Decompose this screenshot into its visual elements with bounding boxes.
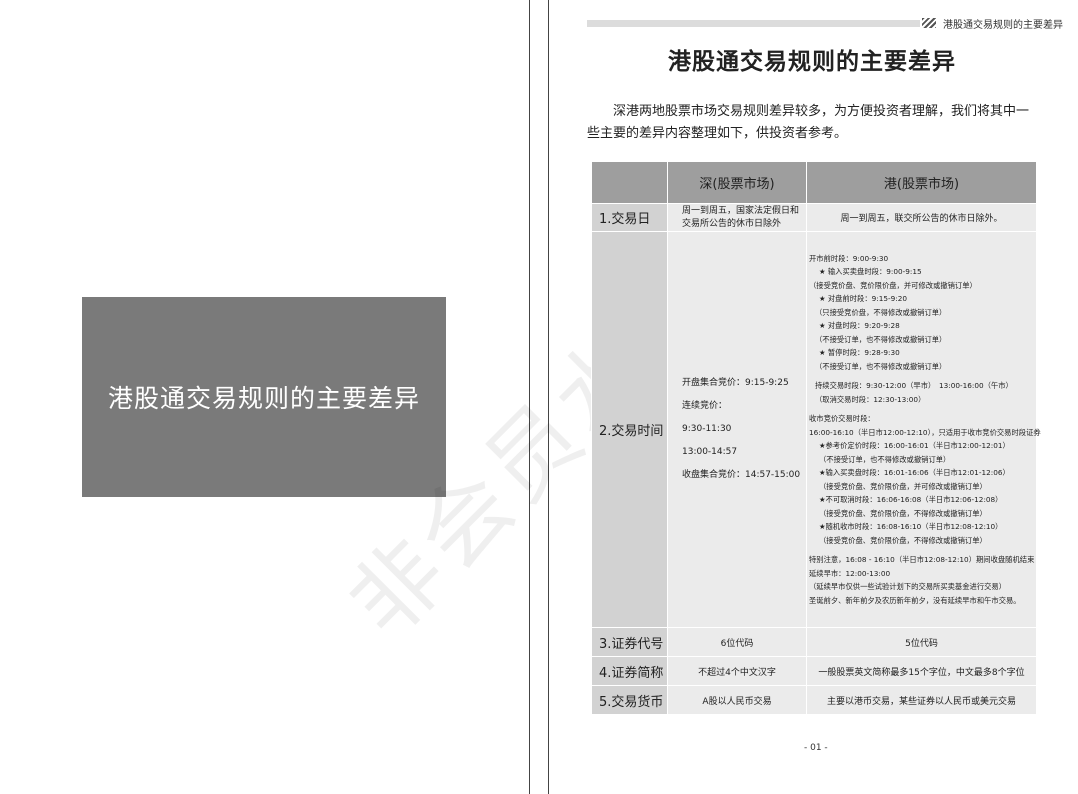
- row-label-trading-day: 1.交易日: [591, 203, 668, 232]
- row-label-security-abbr: 4.证券简称: [591, 656, 668, 686]
- cell-hk-trading-day: 周一到周五，联交所公告的休市日除外。: [806, 203, 1037, 232]
- intro-paragraph: 深港两地股票市场交易规则差异较多，为方便投资者理解，我们将其中一些主要的差异内容…: [587, 104, 1030, 141]
- row-label-currency: 5.交易货币: [591, 685, 668, 715]
- cover-banner: 港股通交易规则的主要差异: [82, 297, 446, 497]
- cell-sz-security-abbr: 不超过4个中文汉字: [667, 656, 807, 686]
- table-row: 5.交易货币 A股以人民币交易 主要以港币交易，某些证券以人民币或美元交易: [591, 685, 1037, 715]
- table-header-row: 深(股票市场) 港(股票市场): [591, 161, 1037, 204]
- page-number: - 01 -: [804, 743, 828, 753]
- comparison-table: 深(股票市场) 港(股票市场) 1.交易日 周一到周五，国家法定假日和 交易所公…: [591, 161, 1041, 715]
- cell-sz-trading-time: 开盘集合竞价：9:15-9:25 连续竞价： 9:30-11:30 13:00-…: [667, 231, 807, 628]
- cell-sz-trading-day: 周一到周五，国家法定假日和 交易所公告的休市日除外: [667, 203, 807, 232]
- header-stripes-icon: [922, 18, 936, 28]
- row-label-security-code: 3.证券代号: [591, 627, 668, 657]
- cell-hk-security-code: 5位代码: [806, 627, 1037, 657]
- cell-hk-trading-time: 开市前时段：9:00-9:30 ★ 输入买卖盘时段：9:00-9:15 （接受竞…: [806, 231, 1041, 628]
- page-title: 港股通交易规则的主要差异: [668, 49, 956, 75]
- header-shenzhen: 深(股票市场): [667, 161, 807, 204]
- cell-sz-currency: A股以人民币交易: [667, 685, 807, 715]
- table-row: 2.交易时间 开盘集合竞价：9:15-9:25 连续竞价： 9:30-11:30…: [591, 231, 1041, 628]
- header-hongkong: 港(股票市场): [806, 161, 1037, 204]
- row-label-trading-time: 2.交易时间: [591, 231, 668, 628]
- running-header-title: 港股通交易规则的主要差异: [943, 20, 1063, 31]
- table-row: 4.证券简称 不超过4个中文汉字 一般股票英文简称最多15个字位，中文最多8个字…: [591, 656, 1037, 686]
- cell-hk-security-abbr: 一般股票英文简称最多15个字位，中文最多8个字位: [806, 656, 1037, 686]
- cover-title: 港股通交易规则的主要差异: [107, 384, 420, 413]
- cell-sz-security-code: 6位代码: [667, 627, 807, 657]
- table-row: 1.交易日 周一到周五，国家法定假日和 交易所公告的休市日除外 周一到周五，联交…: [591, 203, 1037, 232]
- header-corner: [591, 161, 668, 204]
- book-spine: [529, 0, 549, 794]
- table-row: 3.证券代号 6位代码 5位代码: [591, 627, 1037, 657]
- running-header-bar: [587, 20, 920, 27]
- cell-hk-currency: 主要以港币交易，某些证券以人民币或美元交易: [806, 685, 1037, 715]
